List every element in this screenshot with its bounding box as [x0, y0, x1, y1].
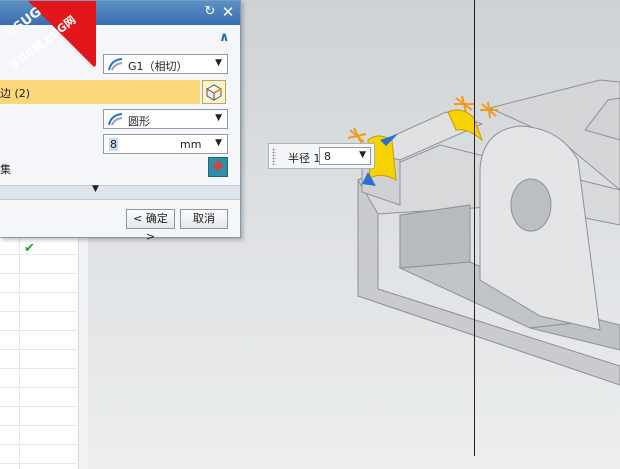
close-icon[interactable]: ✕ [221, 5, 235, 20]
add-set-icon: ✚ [212, 159, 224, 175]
ok-button[interactable]: < 确定 > [126, 209, 175, 243]
table-row[interactable] [0, 407, 77, 426]
radius-label: 半径 1 [288, 152, 321, 165]
radius-unit: mm [180, 138, 202, 151]
chevron-down-icon[interactable]: ▼ [92, 184, 99, 194]
select-edge-button[interactable] [202, 80, 226, 104]
table-row[interactable] [0, 369, 77, 388]
table-row[interactable] [0, 312, 77, 331]
chevron-up-icon[interactable]: ∧ [219, 30, 230, 45]
shape-select[interactable]: 圆形 ▼ [103, 109, 228, 129]
reset-icon[interactable]: ↻ [203, 5, 217, 19]
table-row[interactable] [0, 236, 77, 255]
radius-value[interactable]: 8 [324, 150, 331, 163]
chevron-down-icon[interactable]: ▼ [359, 150, 366, 160]
table-row[interactable] [0, 274, 77, 293]
table-row[interactable] [0, 255, 77, 274]
edge-selection-label: 边 (2) [0, 87, 31, 100]
table-row[interactable] [0, 426, 77, 445]
curve-shape-icon [108, 113, 123, 126]
radius-value[interactable]: 8 [109, 138, 118, 151]
new-set-label: 集 [0, 163, 11, 176]
select-edge-cube-icon [205, 84, 223, 101]
radius-select[interactable]: 8 ▼ [319, 147, 371, 165]
continuity-value: G1（相切） [128, 60, 188, 73]
table-row[interactable] [0, 445, 77, 464]
table-row[interactable] [0, 388, 77, 407]
table-row[interactable] [0, 350, 77, 369]
drag-grip-icon[interactable] [272, 148, 276, 165]
table-row[interactable] [0, 331, 77, 350]
cancel-button[interactable]: 取消 [180, 209, 228, 229]
chevron-down-icon: ▼ [215, 113, 222, 123]
onscreen-radius-input[interactable]: 半径 1 8 ▼ [268, 143, 375, 169]
table-row[interactable] [0, 293, 77, 312]
edge-selection-row[interactable]: 边 (2) [0, 80, 200, 104]
radius-field[interactable]: 8 mm ▼ [103, 134, 228, 154]
chevron-down-icon: ▼ [215, 58, 222, 68]
check-icon: ✔ [24, 241, 35, 256]
watermark-logo: 9SUG 学UG就上UG网 [0, 1, 96, 81]
view-crosshair [474, 0, 475, 456]
navigator-scrollbar[interactable] [78, 236, 88, 469]
shape-value: 圆形 [128, 115, 150, 128]
continuity-select[interactable]: G1（相切） ▼ [103, 54, 228, 74]
curve-continuity-icon [108, 58, 123, 71]
chevron-down-icon[interactable]: ▼ [215, 138, 222, 148]
edge-blend-dialog: ↻ ✕ 9SUG 学UG就上UG网 ∧ G1（相切） ▼ 边 (2) 圆形 ▼ [0, 0, 241, 243]
more-options-section[interactable]: ▼ [0, 184, 240, 200]
add-new-set-button[interactable]: ✚ [208, 157, 228, 177]
